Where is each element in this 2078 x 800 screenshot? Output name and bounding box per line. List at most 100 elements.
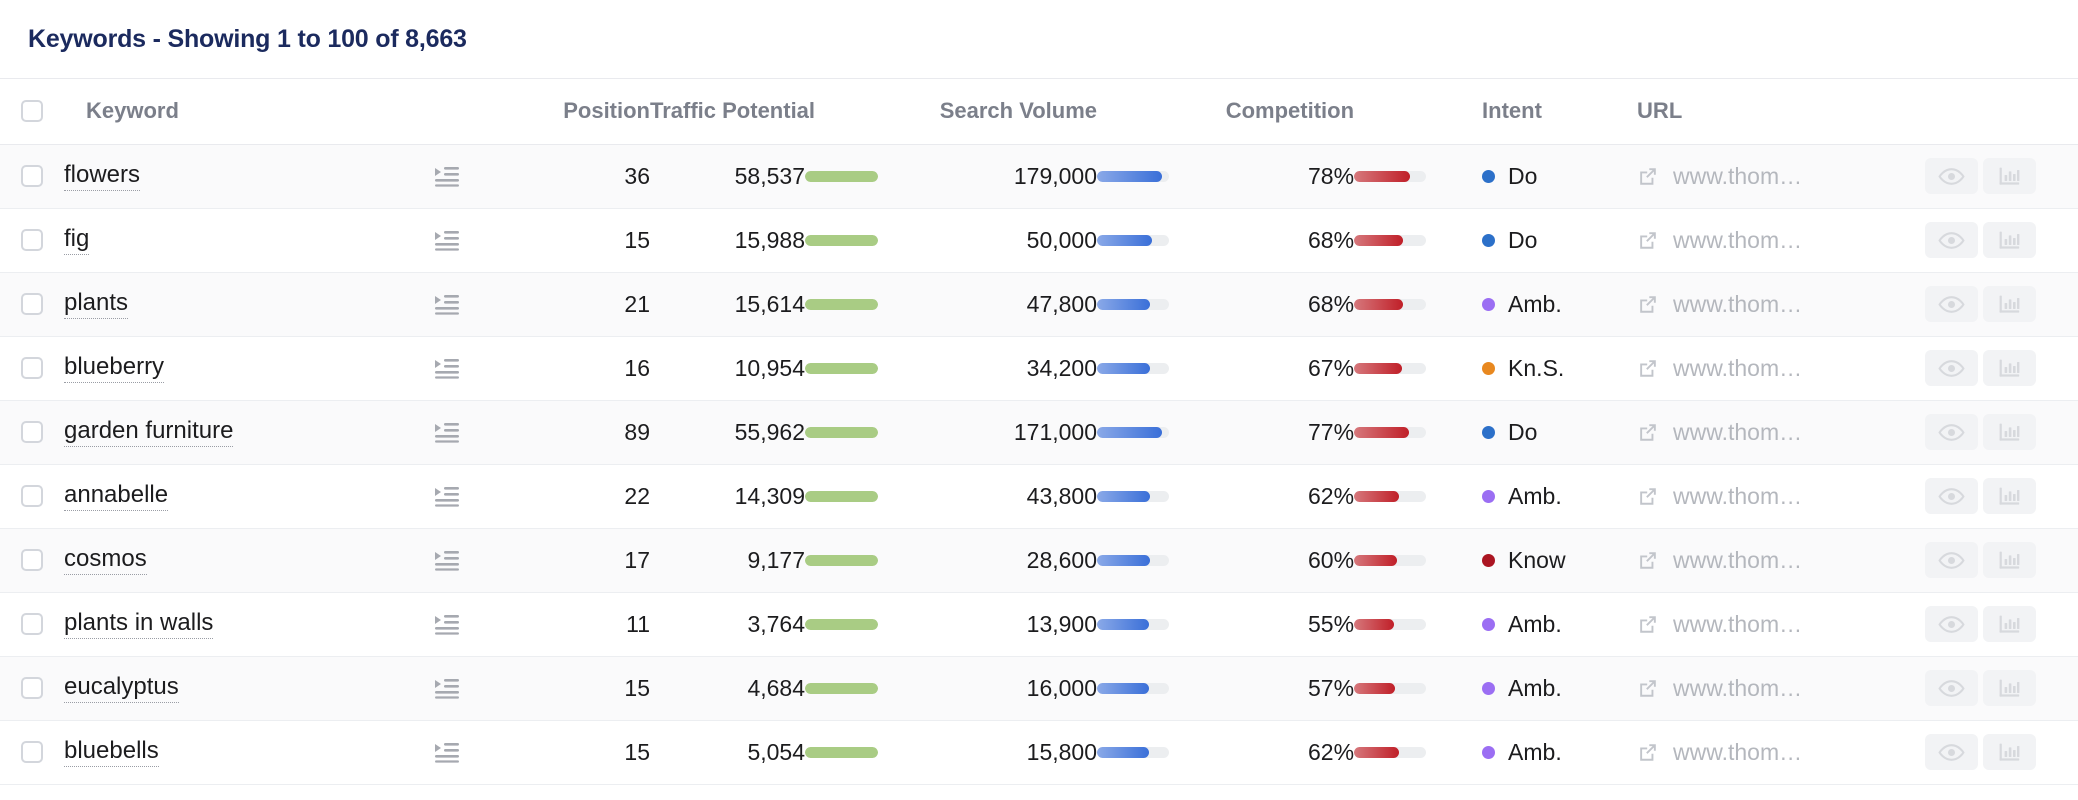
- column-header-url[interactable]: URL: [1627, 79, 1918, 145]
- metrics-button[interactable]: [1983, 734, 2037, 770]
- indent-icon-wrap[interactable]: [434, 165, 520, 187]
- column-header-competition[interactable]: Competition: [1219, 79, 1473, 145]
- preview-button[interactable]: [1925, 158, 1979, 194]
- url-text[interactable]: www.thom…: [1673, 739, 1802, 766]
- url-text[interactable]: www.thom…: [1673, 163, 1802, 190]
- metrics-button[interactable]: [1983, 606, 2037, 642]
- url-cell[interactable]: www.thom…: [1627, 720, 1918, 785]
- url-text[interactable]: www.thom…: [1673, 483, 1802, 510]
- row-checkbox[interactable]: [21, 293, 43, 315]
- table-row[interactable]: garden furniture 89 55,962 171,000 77% Do www.…: [0, 400, 2078, 465]
- table-row[interactable]: fig 15 15,988 50,000 68% Do www.thom…: [0, 208, 2078, 273]
- metrics-button[interactable]: [1983, 286, 2037, 322]
- url-cell[interactable]: www.thom…: [1627, 592, 1918, 657]
- row-checkbox-wrap[interactable]: [0, 613, 64, 635]
- url-wrap[interactable]: www.thom…: [1627, 739, 1917, 766]
- metrics-button[interactable]: [1983, 542, 2037, 578]
- url-cell[interactable]: www.thom…: [1627, 656, 1918, 721]
- indent-icon-wrap[interactable]: [434, 357, 520, 379]
- table-row[interactable]: blueberry 16 10,954 34,200 67% Kn.S. www.thom…: [0, 336, 2078, 401]
- column-header-position[interactable]: Position: [520, 79, 650, 145]
- url-wrap[interactable]: www.thom…: [1627, 355, 1917, 382]
- select-all-checkbox-wrap[interactable]: [0, 100, 64, 123]
- row-checkbox[interactable]: [21, 229, 43, 251]
- column-header-intent[interactable]: Intent: [1472, 79, 1628, 145]
- preview-button[interactable]: [1925, 350, 1979, 386]
- indent-icon-wrap[interactable]: [434, 293, 520, 315]
- url-cell[interactable]: www.thom…: [1627, 336, 1918, 401]
- row-checkbox-wrap[interactable]: [0, 165, 64, 187]
- metrics-button[interactable]: [1983, 350, 2037, 386]
- row-checkbox-wrap[interactable]: [0, 229, 64, 251]
- row-checkbox[interactable]: [21, 357, 43, 379]
- preview-button[interactable]: [1925, 414, 1979, 450]
- keyword-link[interactable]: fig: [64, 226, 90, 256]
- indent-icon-wrap[interactable]: [434, 229, 520, 251]
- preview-button[interactable]: [1925, 670, 1979, 706]
- row-select-cell[interactable]: [0, 336, 64, 401]
- keyword-link[interactable]: bluebells: [64, 738, 159, 768]
- preview-button[interactable]: [1925, 542, 1979, 578]
- url-wrap[interactable]: www.thom…: [1627, 227, 1917, 254]
- url-wrap[interactable]: www.thom…: [1627, 483, 1917, 510]
- column-header-search-volume[interactable]: Search Volume: [937, 79, 1220, 145]
- metrics-button[interactable]: [1983, 222, 2037, 258]
- url-cell[interactable]: www.thom…: [1627, 400, 1918, 465]
- row-checkbox[interactable]: [21, 165, 43, 187]
- table-row[interactable]: annabelle 22 14,309 43,800 62% Amb. www.thom…: [0, 464, 2078, 529]
- preview-button[interactable]: [1925, 734, 1979, 770]
- url-cell[interactable]: www.thom…: [1627, 272, 1918, 337]
- indent-cell[interactable]: [434, 592, 520, 657]
- column-header-keyword[interactable]: Keyword: [64, 79, 434, 145]
- row-checkbox[interactable]: [21, 741, 43, 763]
- keyword-link[interactable]: annabelle: [64, 482, 169, 512]
- indent-icon-wrap[interactable]: [434, 677, 520, 699]
- row-select-cell[interactable]: [0, 144, 64, 209]
- url-cell[interactable]: www.thom…: [1627, 464, 1918, 529]
- column-header-traffic-potential[interactable]: Traffic Potential: [650, 79, 938, 145]
- keyword-link[interactable]: plants in walls: [64, 610, 214, 640]
- indent-cell[interactable]: [434, 144, 520, 209]
- row-checkbox[interactable]: [21, 549, 43, 571]
- row-checkbox-wrap[interactable]: [0, 677, 64, 699]
- table-row[interactable]: flowers 36 58,537 179,000 78% Do www.thom…: [0, 144, 2078, 209]
- keyword-link[interactable]: flowers: [64, 162, 141, 192]
- metrics-button[interactable]: [1983, 414, 2037, 450]
- url-text[interactable]: www.thom…: [1673, 547, 1802, 574]
- url-wrap[interactable]: www.thom…: [1627, 163, 1917, 190]
- metrics-button[interactable]: [1983, 158, 2037, 194]
- indent-cell[interactable]: [434, 528, 520, 593]
- keyword-link[interactable]: blueberry: [64, 354, 165, 384]
- indent-icon-wrap[interactable]: [434, 613, 520, 635]
- keyword-link[interactable]: garden furniture: [64, 418, 234, 448]
- url-text[interactable]: www.thom…: [1673, 227, 1802, 254]
- row-select-cell[interactable]: [0, 592, 64, 657]
- row-checkbox-wrap[interactable]: [0, 293, 64, 315]
- row-checkbox-wrap[interactable]: [0, 357, 64, 379]
- row-select-cell[interactable]: [0, 528, 64, 593]
- select-all-checkbox[interactable]: [21, 100, 43, 123]
- url-text[interactable]: www.thom…: [1673, 291, 1802, 318]
- preview-button[interactable]: [1925, 606, 1979, 642]
- metrics-button[interactable]: [1983, 478, 2037, 514]
- indent-cell[interactable]: [434, 272, 520, 337]
- row-checkbox[interactable]: [21, 613, 43, 635]
- table-row[interactable]: plants 21 15,614 47,800 68% Amb. www.thom…: [0, 272, 2078, 337]
- indent-cell[interactable]: [434, 208, 520, 273]
- row-select-cell[interactable]: [0, 720, 64, 785]
- indent-cell[interactable]: [434, 720, 520, 785]
- table-row[interactable]: eucalyptus 15 4,684 16,000 57% Amb. www.thom…: [0, 656, 2078, 721]
- url-text[interactable]: www.thom…: [1673, 419, 1802, 446]
- url-wrap[interactable]: www.thom…: [1627, 291, 1917, 318]
- row-checkbox-wrap[interactable]: [0, 485, 64, 507]
- keyword-link[interactable]: cosmos: [64, 546, 147, 576]
- row-checkbox-wrap[interactable]: [0, 421, 64, 443]
- row-select-cell[interactable]: [0, 272, 64, 337]
- url-wrap[interactable]: www.thom…: [1627, 611, 1917, 638]
- indent-cell[interactable]: [434, 336, 520, 401]
- indent-cell[interactable]: [434, 656, 520, 721]
- table-row[interactable]: plants in walls 11 3,764 13,900 55% Amb. www.t…: [0, 592, 2078, 657]
- keyword-link[interactable]: eucalyptus: [64, 674, 179, 704]
- row-checkbox[interactable]: [21, 485, 43, 507]
- row-checkbox-wrap[interactable]: [0, 549, 64, 571]
